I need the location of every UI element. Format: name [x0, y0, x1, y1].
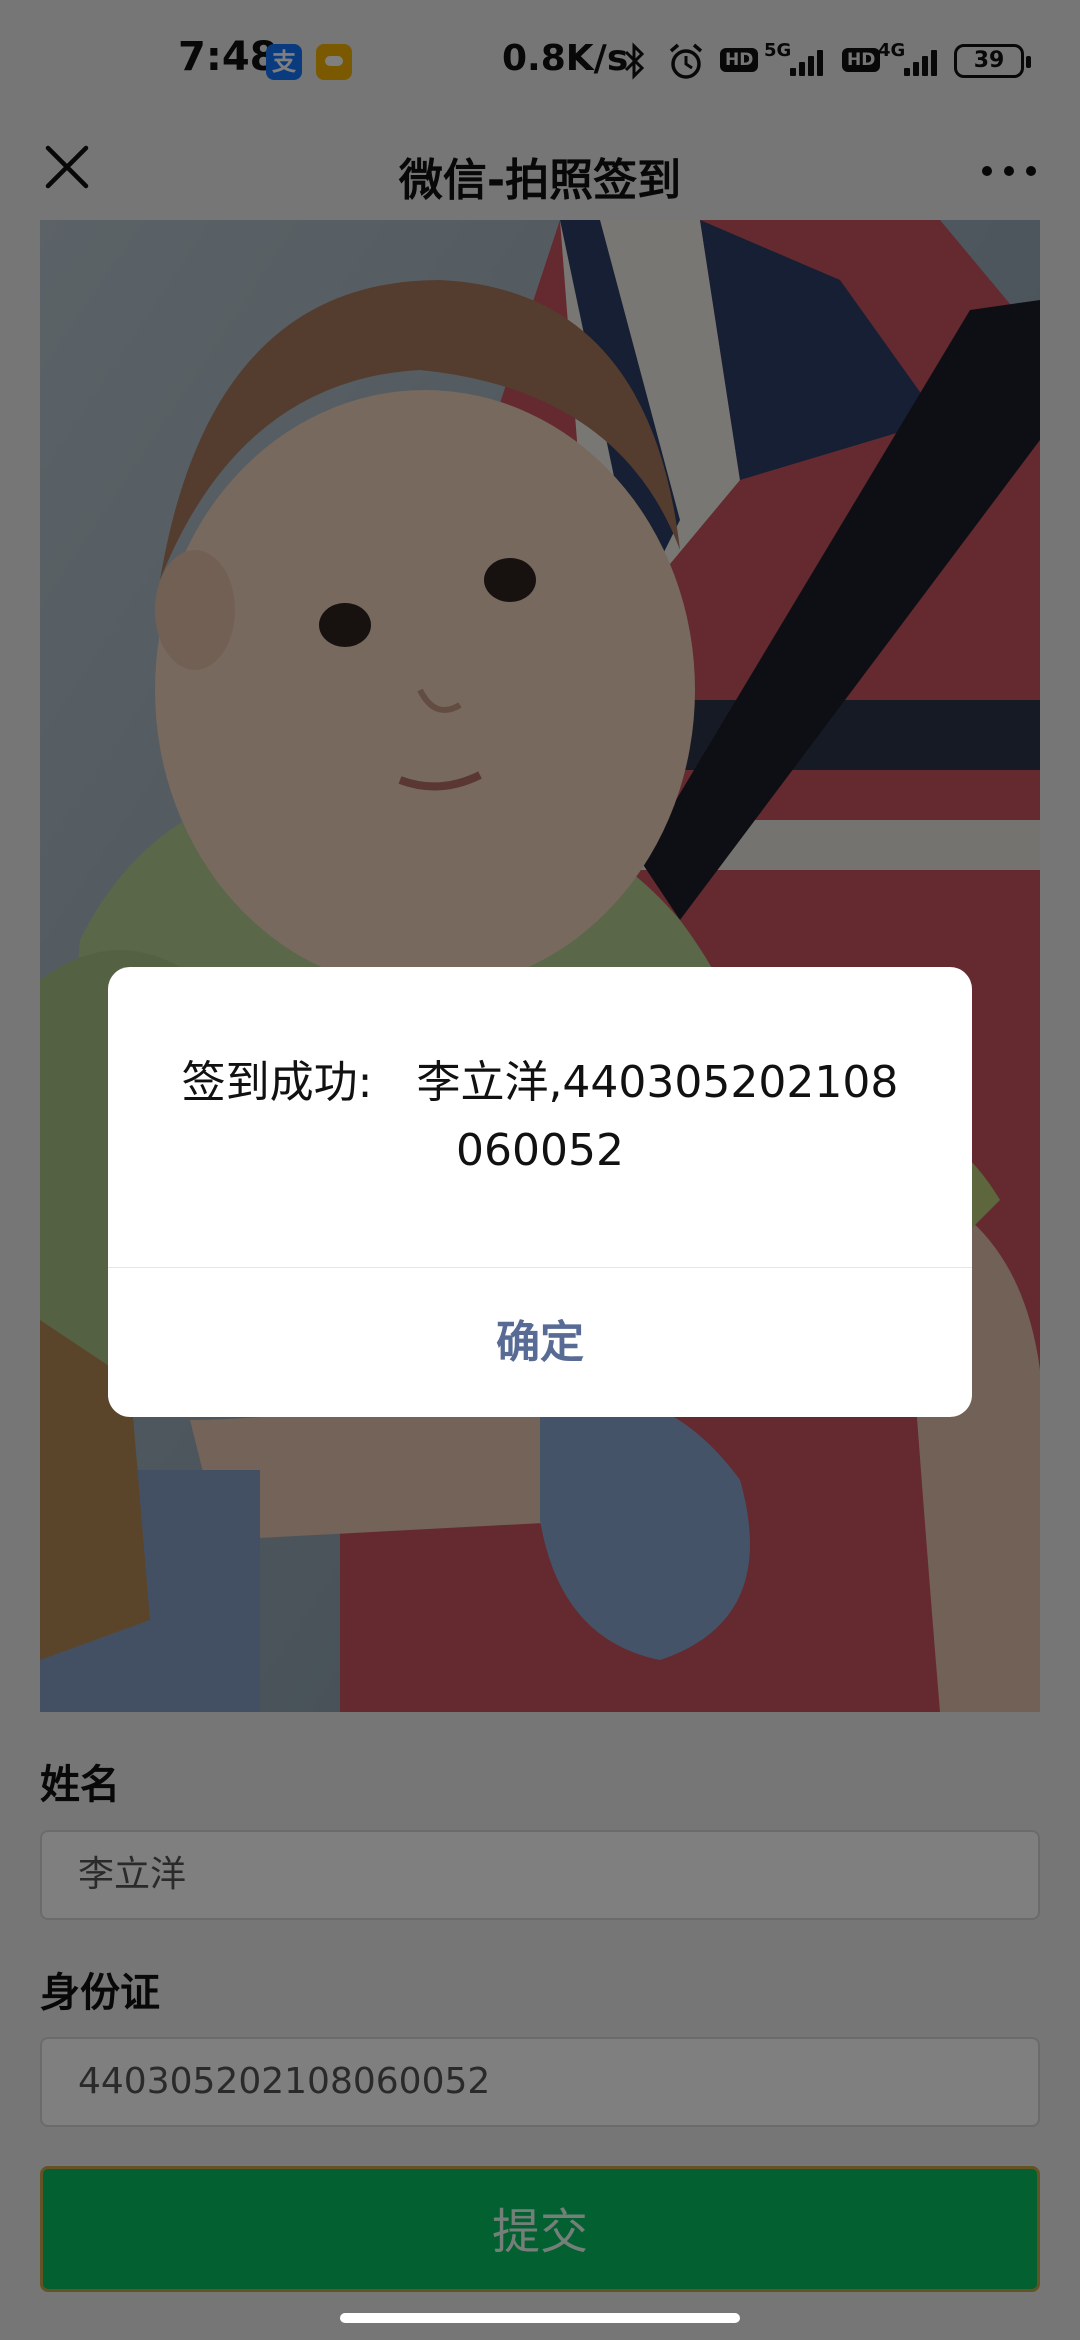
- success-dialog: 签到成功: 李立洋,440305202108060052 确定: [108, 967, 972, 1417]
- home-indicator[interactable]: [340, 2313, 740, 2323]
- dialog-message: 签到成功: 李立洋,440305202108060052: [181, 1057, 899, 1176]
- confirm-button[interactable]: 确定: [108, 1268, 972, 1417]
